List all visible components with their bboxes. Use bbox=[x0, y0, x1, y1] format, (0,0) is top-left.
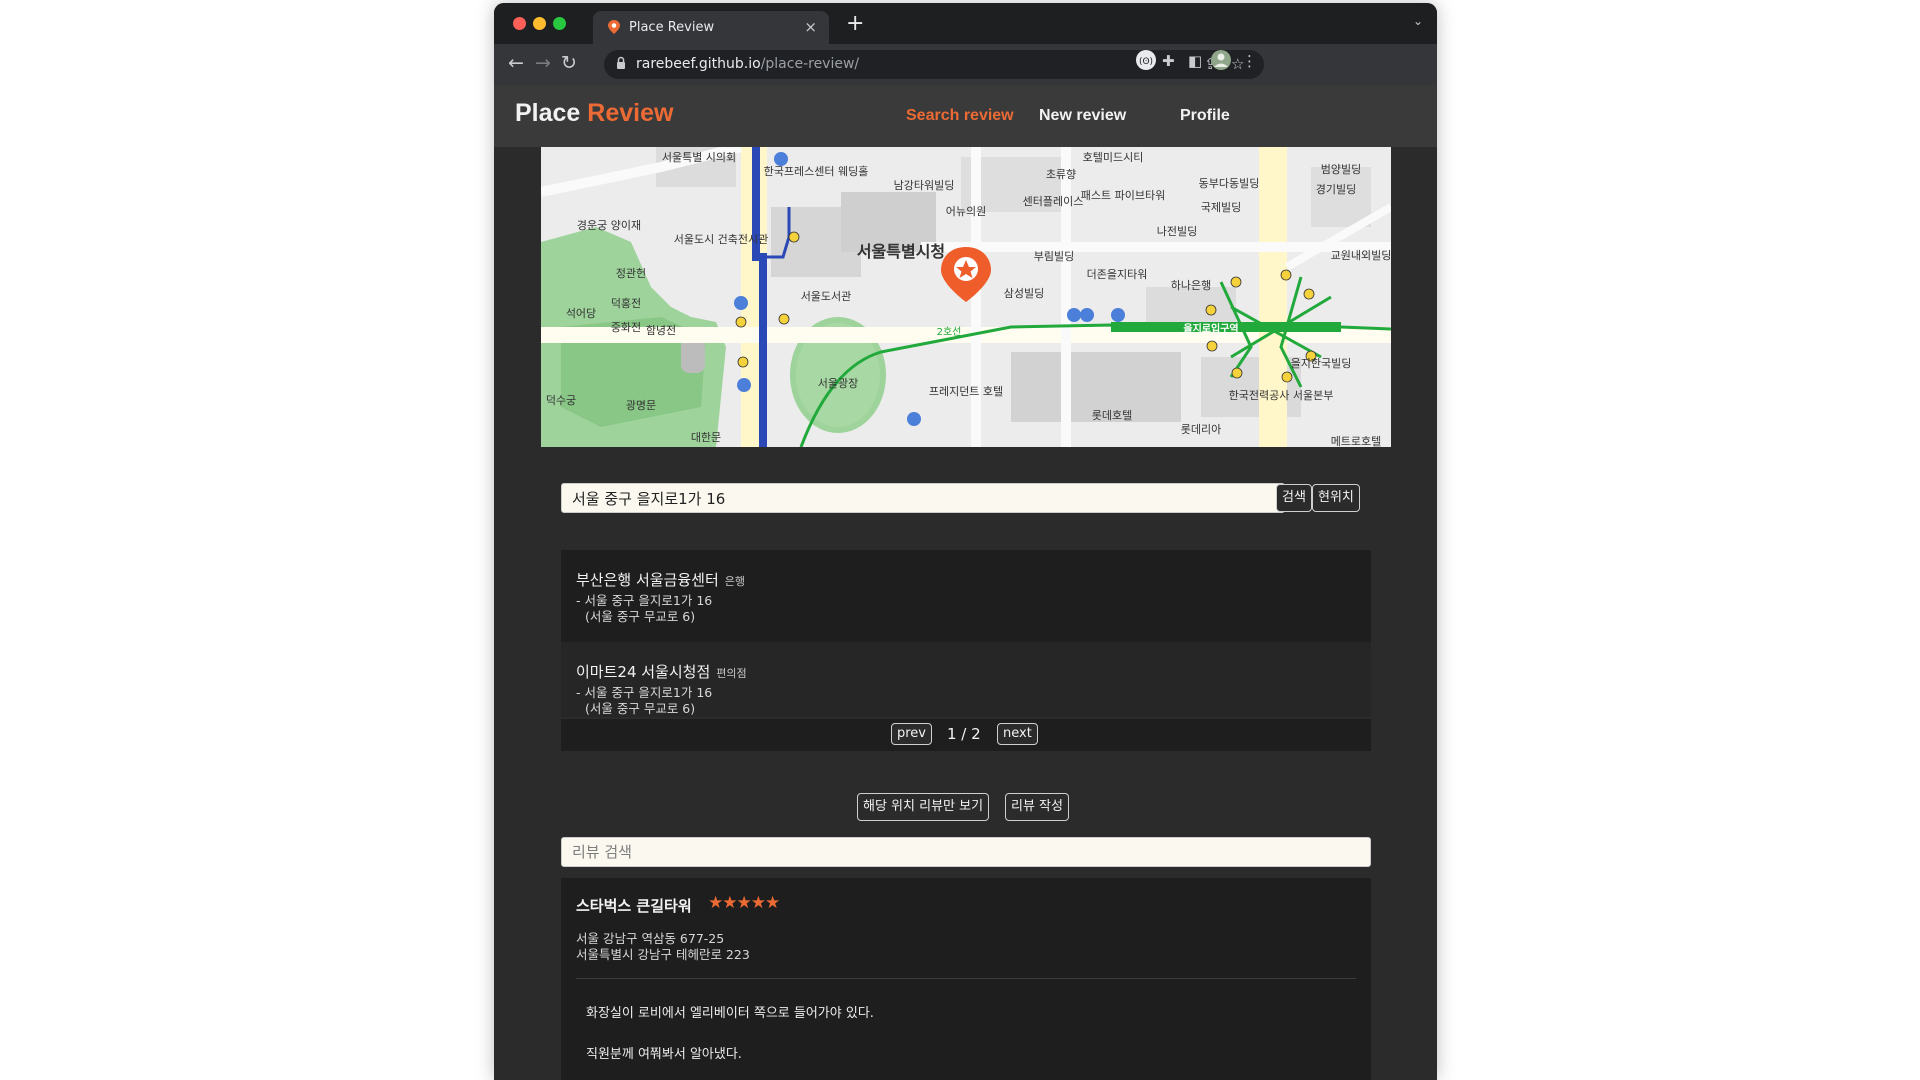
extensions-puzzle-icon[interactable]: ✚ bbox=[1162, 52, 1175, 70]
rating-stars-icon: ★★★★★ bbox=[708, 893, 780, 913]
result-category: 편의점 bbox=[716, 667, 747, 680]
result-road-address: (서울 중구 무교로 6) bbox=[585, 609, 696, 624]
result-name: 부산은행 서울금융센터 bbox=[576, 571, 719, 589]
svg-text:대한문: 대한문 bbox=[691, 431, 721, 444]
svg-text:동부다동빌딩: 동부다동빌딩 bbox=[1199, 177, 1260, 190]
search-button[interactable]: 검색 bbox=[1276, 484, 1312, 512]
place-results-list: 부산은행 서울금융센터 은행 - 서울 중구 을지로1가 16 (서울 중구 무교… bbox=[561, 550, 1371, 717]
svg-text:서울도시 건축전시관: 서울도시 건축전시관 bbox=[674, 233, 769, 246]
svg-text:을지한국빌딩: 을지한국빌딩 bbox=[1291, 357, 1352, 370]
tab-bar: Place Review × + ⌄ bbox=[494, 3, 1437, 44]
svg-text:패스트 파이브타워: 패스트 파이브타워 bbox=[1081, 189, 1165, 202]
result-name: 이마트24 서울시청점 bbox=[576, 663, 711, 681]
review-place-name: 스타벅스 큰길타워 bbox=[576, 897, 692, 915]
nav-new-review[interactable]: New review bbox=[1039, 107, 1126, 125]
svg-text:경기빌딩: 경기빌딩 bbox=[1316, 183, 1356, 196]
svg-text:센터플레이스: 센터플레이스 bbox=[1023, 195, 1084, 208]
svg-text:(ʘ): (ʘ) bbox=[1139, 57, 1153, 67]
list-item[interactable]: 부산은행 서울금융센터 은행 - 서울 중구 을지로1가 16 (서울 중구 무교… bbox=[561, 550, 1371, 642]
svg-text:메트로호텔: 메트로호텔 bbox=[1331, 435, 1382, 447]
site-logo[interactable]: Place Review bbox=[515, 99, 673, 128]
svg-text:삼성빌딩: 삼성빌딩 bbox=[1004, 287, 1044, 300]
page-indicator: 1 / 2 bbox=[947, 725, 981, 743]
extension-badge-icon[interactable]: (ʘ) bbox=[1135, 49, 1157, 75]
browser-window: Place Review × + ⌄ ← → ↻ rarebeef.github… bbox=[494, 3, 1437, 1080]
review-road-address: 서울특별시 강남구 테헤란로 223 bbox=[576, 947, 750, 962]
close-window-button[interactable] bbox=[513, 17, 526, 30]
address-toolbar: ← → ↻ rarebeef.github.io/place-review/ ⇪… bbox=[494, 44, 1437, 85]
profile-avatar-icon[interactable] bbox=[1210, 49, 1232, 75]
nav-search-review[interactable]: Search review bbox=[906, 107, 1014, 125]
browser-menu-icon[interactable]: ⋮ bbox=[1242, 52, 1257, 70]
svg-text:범양빌딩: 범양빌딩 bbox=[1321, 163, 1361, 176]
side-panel-icon[interactable]: ◧ bbox=[1188, 52, 1202, 70]
pagination: prev 1 / 2 next bbox=[561, 719, 1371, 751]
svg-text:롯데호텔: 롯데호텔 bbox=[1092, 409, 1132, 422]
browser-tab[interactable]: Place Review × bbox=[593, 11, 829, 44]
divider bbox=[576, 978, 1356, 979]
tab-title: Place Review bbox=[629, 20, 715, 35]
new-tab-button[interactable]: + bbox=[846, 11, 864, 36]
result-category: 은행 bbox=[724, 575, 746, 588]
svg-text:국제빌딩: 국제빌딩 bbox=[1201, 201, 1241, 214]
svg-text:덕홍전: 덕홍전 bbox=[611, 296, 641, 310]
map-view[interactable]: 서울특별시청 서울도서관 서울광장 2호선 을지로입구역 하나은행 삼성빌딩 프… bbox=[541, 147, 1391, 447]
tab-close-icon[interactable]: × bbox=[804, 18, 817, 36]
review-body-line: 직원분께 여쭤봐서 알아냈다. bbox=[586, 1047, 742, 1062]
minimize-window-button[interactable] bbox=[533, 17, 546, 30]
site-header: Place Review Search review New review Pr… bbox=[494, 85, 1437, 147]
filter-location-reviews-button[interactable]: 해당 위치 리뷰만 보기 bbox=[857, 793, 990, 821]
svg-text:호텔미드시티: 호텔미드시티 bbox=[1083, 151, 1144, 164]
reload-icon[interactable]: ↻ bbox=[561, 52, 577, 74]
svg-text:어뉴의원: 어뉴의원 bbox=[946, 205, 986, 218]
svg-text:경운궁 양이재: 경운궁 양이재 bbox=[577, 219, 641, 232]
current-location-button[interactable]: 현위치 bbox=[1312, 484, 1360, 512]
maximize-window-button[interactable] bbox=[553, 17, 566, 30]
address-input[interactable] bbox=[561, 483, 1285, 513]
svg-text:덕수궁: 덕수궁 bbox=[546, 394, 576, 407]
svg-text:서울특별시청: 서울특별시청 bbox=[857, 242, 945, 261]
svg-text:롯데리아: 롯데리아 bbox=[1181, 423, 1221, 436]
svg-text:나전빌딩: 나전빌딩 bbox=[1157, 225, 1197, 238]
page-content: 서울특별시청 서울도서관 서울광장 2호선 을지로입구역 하나은행 삼성빌딩 프… bbox=[494, 147, 1437, 1080]
forward-arrow-icon[interactable]: → bbox=[535, 52, 551, 74]
svg-text:정관헌: 정관헌 bbox=[616, 267, 646, 280]
review-body-line: 화장실이 로비에서 엘리베이터 쪽으로 들어가야 있다. bbox=[586, 1006, 874, 1021]
svg-text:부림빌딩: 부림빌딩 bbox=[1034, 250, 1074, 263]
nav-profile[interactable]: Profile bbox=[1180, 107, 1230, 125]
address-search-row: 검색 현위치 bbox=[561, 483, 1371, 515]
svg-text:중화전: 중화전 bbox=[611, 321, 641, 334]
next-page-button[interactable]: next bbox=[997, 723, 1038, 745]
back-arrow-icon[interactable]: ← bbox=[508, 52, 524, 74]
svg-text:서울특별 시의회: 서울특별 시의회 bbox=[662, 151, 736, 164]
review-search-input[interactable] bbox=[561, 837, 1371, 867]
svg-text:교원내외빌딩: 교원내외빌딩 bbox=[1331, 249, 1391, 262]
svg-text:한국프레스센터 웨딩홀: 한국프레스센터 웨딩홀 bbox=[764, 165, 869, 178]
svg-text:을지로입구역: 을지로입구역 bbox=[1183, 322, 1238, 335]
svg-text:광명문: 광명문 bbox=[626, 399, 656, 412]
map-pin-icon bbox=[608, 20, 620, 34]
svg-text:더존을지타워: 더존을지타워 bbox=[1087, 268, 1148, 281]
url-text: rarebeef.github.io/place-review/ bbox=[636, 56, 860, 72]
svg-text:프레지던트 호텔: 프레지던트 호텔 bbox=[929, 385, 1003, 398]
svg-text:초류향: 초류향 bbox=[1046, 168, 1076, 181]
svg-text:서울도서관: 서울도서관 bbox=[801, 290, 852, 303]
svg-text:한국전력공사 서울본부: 한국전력공사 서울본부 bbox=[1229, 389, 1334, 402]
svg-text:함녕전: 함녕전 bbox=[646, 324, 676, 337]
list-item[interactable]: 이마트24 서울시청점 편의점 - 서울 중구 을지로1가 16 (서울 중구 무… bbox=[561, 642, 1371, 717]
tab-search-chevron-icon[interactable]: ⌄ bbox=[1413, 14, 1423, 28]
result-road-address: (서울 중구 무교로 6) bbox=[585, 701, 696, 716]
svg-text:석어당: 석어당 bbox=[566, 307, 596, 320]
write-review-button[interactable]: 리뷰 작성 bbox=[1005, 793, 1069, 821]
svg-text:2호선: 2호선 bbox=[937, 326, 962, 338]
lock-icon bbox=[617, 56, 625, 69]
review-card[interactable]: 스타벅스 큰길타워 ★★★★★ 서울 강남구 역삼동 677-25 서울특별시 … bbox=[561, 878, 1371, 1080]
svg-text:하나은행: 하나은행 bbox=[1171, 278, 1211, 292]
svg-text:남강타워빌딩: 남강타워빌딩 bbox=[894, 179, 955, 192]
prev-page-button[interactable]: prev bbox=[891, 723, 933, 745]
svg-text:서울광장: 서울광장 bbox=[818, 377, 858, 390]
